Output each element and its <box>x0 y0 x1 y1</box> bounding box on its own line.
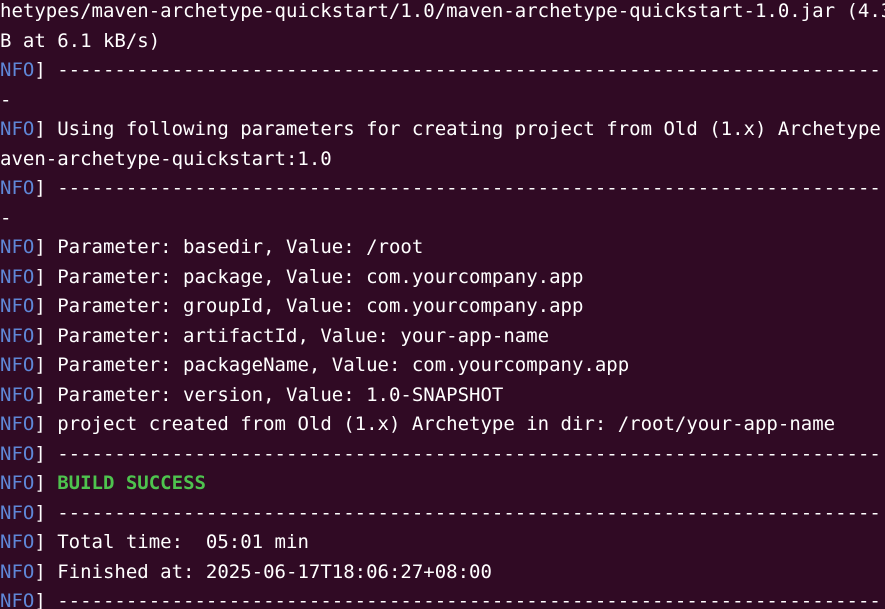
terminal-line: NFO] -----------------------------------… <box>0 174 885 204</box>
log-tag-bracket: ] <box>34 442 46 465</box>
log-message: - <box>0 88 12 111</box>
log-level-tag: NFO <box>0 118 35 140</box>
terminal-line: NFO] -----------------------------------… <box>0 56 885 86</box>
terminal-line: NFO] Parameter: artifactId, Value: your-… <box>0 322 885 352</box>
log-message: ----------------------------------------… <box>45 59 881 81</box>
terminal-line: NFO] project created from Old (1.x) Arch… <box>0 410 885 440</box>
terminal-output: hetypes/maven-archetype-quickstart/1.0/m… <box>0 0 885 609</box>
terminal-line: - <box>0 86 885 116</box>
terminal-line: NFO] Parameter: package, Value: com.your… <box>0 263 885 293</box>
log-tag-bracket: ] <box>34 472 46 494</box>
log-message: B at 6.1 kB/s) <box>0 29 161 52</box>
log-level-tag: NFO <box>0 472 35 494</box>
log-message: ----------------------------------------… <box>45 177 881 199</box>
terminal-line: NFO] -----------------------------------… <box>0 587 885 609</box>
log-message: Parameter: artifactId, Value: your-app-n… <box>45 324 550 347</box>
log-message: Parameter: packageName, Value: com.yourc… <box>45 354 630 376</box>
log-tag-bracket: ] <box>34 560 46 583</box>
log-level-tag: NFO <box>0 590 35 609</box>
log-level-tag: NFO <box>0 442 35 465</box>
log-message: - <box>0 206 12 229</box>
log-level-tag: NFO <box>0 531 35 553</box>
terminal-line: hetypes/maven-archetype-quickstart/1.0/m… <box>0 0 885 27</box>
log-tag-bracket: ] <box>34 531 46 553</box>
log-tag-bracket: ] <box>34 265 46 288</box>
log-level-tag: NFO <box>0 354 35 376</box>
terminal-line: NFO] -----------------------------------… <box>0 440 885 470</box>
log-level-tag: NFO <box>0 295 35 317</box>
terminal-line: - <box>0 204 885 234</box>
log-message: Total time: 05:01 min <box>45 531 309 553</box>
terminal-line: NFO] Total time: 05:01 min <box>0 528 885 558</box>
log-level-tag: NFO <box>0 383 35 406</box>
terminal-line: NFO] Parameter: basedir, Value: /root <box>0 233 885 263</box>
log-level-tag: NFO <box>0 177 35 199</box>
terminal-window[interactable]: hetypes/maven-archetype-quickstart/1.0/m… <box>0 0 885 609</box>
log-message: Finished at: 2025-06-17T18:06:27+08:00 <box>45 560 492 583</box>
log-tag-bracket: ] <box>34 590 46 609</box>
log-level-tag: NFO <box>0 236 35 258</box>
log-tag-bracket: ] <box>34 501 46 524</box>
log-message: Parameter: basedir, Value: /root <box>45 236 424 258</box>
log-message: Parameter: version, Value: 1.0-SNAPSHOT <box>45 383 504 406</box>
log-level-tag: NFO <box>0 413 35 435</box>
log-tag-bracket: ] <box>34 59 46 81</box>
log-tag-bracket: ] <box>34 295 46 317</box>
log-message: ----------------------------------------… <box>45 442 881 465</box>
terminal-line: NFO] BUILD SUCCESS <box>0 469 885 499</box>
log-level-tag: NFO <box>0 501 35 524</box>
log-message: aven-archetype-quickstart:1.0 <box>0 147 332 170</box>
log-tag-bracket: ] <box>34 324 46 347</box>
log-tag-bracket: ] <box>34 118 46 140</box>
log-message: Using following parameters for creating … <box>45 118 885 140</box>
log-level-tag: NFO <box>0 59 35 81</box>
log-tag-bracket: ] <box>34 413 46 435</box>
terminal-line: NFO] -----------------------------------… <box>0 499 885 529</box>
terminal-line: B at 6.1 kB/s) <box>0 27 885 57</box>
log-tag-bracket: ] <box>34 236 46 258</box>
terminal-line: NFO] Parameter: packageName, Value: com.… <box>0 351 885 381</box>
log-level-tag: NFO <box>0 324 35 347</box>
terminal-line: aven-archetype-quickstart:1.0 <box>0 145 885 175</box>
log-level-tag: NFO <box>0 560 35 583</box>
log-message <box>46 472 57 494</box>
log-message: Parameter: package, Value: com.yourcompa… <box>45 265 584 288</box>
build-success-status: BUILD SUCCESS <box>57 472 206 494</box>
log-tag-bracket: ] <box>34 383 46 406</box>
terminal-line: NFO] Parameter: groupId, Value: com.your… <box>0 292 885 322</box>
log-message: hetypes/maven-archetype-quickstart/1.0/m… <box>0 0 885 22</box>
log-level-tag: NFO <box>0 265 35 288</box>
terminal-line: NFO] Parameter: version, Value: 1.0-SNAP… <box>0 381 885 411</box>
log-tag-bracket: ] <box>34 354 46 376</box>
terminal-line: NFO] Finished at: 2025-06-17T18:06:27+08… <box>0 558 885 588</box>
log-message: Parameter: groupId, Value: com.yourcompa… <box>45 295 584 317</box>
log-tag-bracket: ] <box>34 177 46 199</box>
log-message: project created from Old (1.x) Archetype… <box>45 413 836 435</box>
terminal-line: NFO] Using following parameters for crea… <box>0 115 885 145</box>
log-message: ----------------------------------------… <box>45 590 881 609</box>
log-message: ----------------------------------------… <box>45 501 881 524</box>
